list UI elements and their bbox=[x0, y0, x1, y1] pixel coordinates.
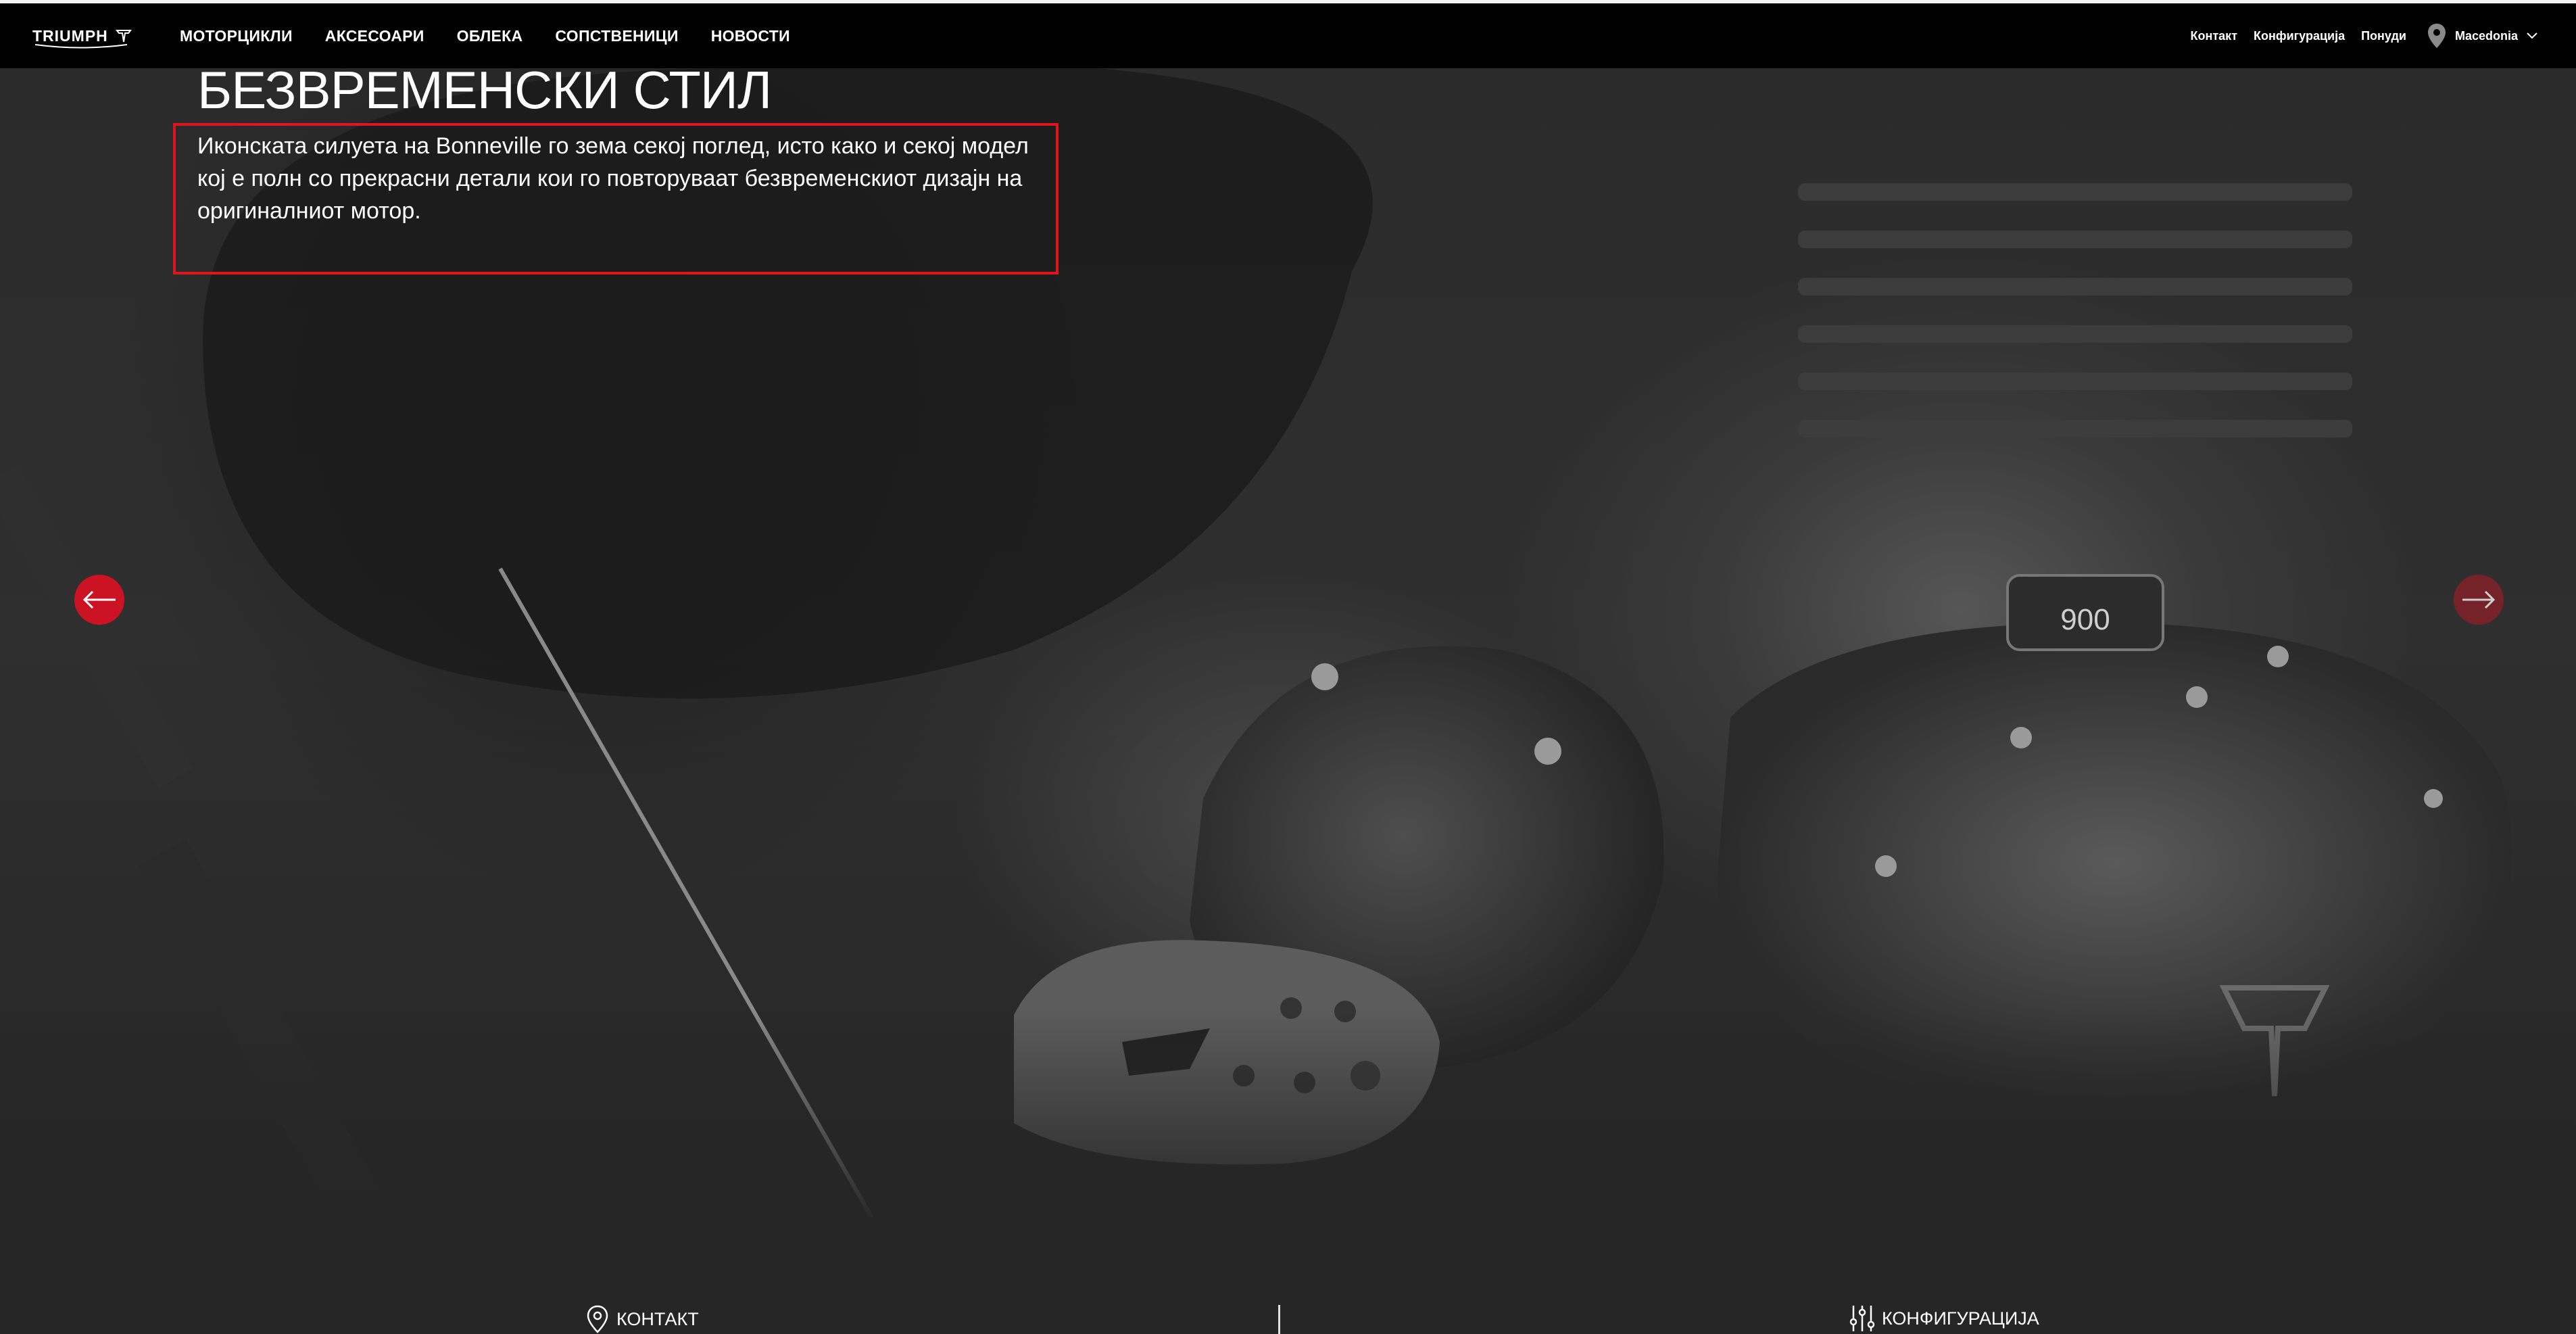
hero-description: Иконската силуета на Bonneville го зема … bbox=[197, 133, 1029, 224]
footer-configure-label: КОНФИГУРАЦИЈА bbox=[1882, 1308, 2039, 1329]
carousel-next-button[interactable] bbox=[2454, 575, 2504, 625]
util-offers-link[interactable]: Понуди bbox=[2361, 29, 2406, 43]
sliders-icon bbox=[1849, 1306, 1875, 1331]
region-selector[interactable]: Macedonia bbox=[2427, 22, 2538, 49]
footer-contact-label: КОНТАКТ bbox=[616, 1308, 699, 1329]
contact-bar bbox=[0, 1224, 2576, 1334]
nav-accessories[interactable]: АКСЕСОАРИ bbox=[325, 27, 424, 45]
util-configure-link[interactable]: Конфигурација bbox=[2254, 29, 2345, 43]
nav-owners[interactable]: СОПСТВЕНИЦИ bbox=[555, 27, 678, 45]
location-pin-icon bbox=[2427, 24, 2446, 48]
page: TRIUMPH МОТОРЦИКЛИ АКСЕСОАРИ ОБЛЕКА СОПС… bbox=[0, 0, 2576, 1334]
region-label: Macedonia bbox=[2454, 28, 2518, 43]
util-contact-link[interactable]: Контакт bbox=[2191, 29, 2238, 43]
nav-clothing[interactable]: ОБЛЕКА bbox=[457, 27, 523, 45]
hero-title: БЕЗВРЕМЕНСКИ СТИЛ bbox=[197, 60, 772, 120]
footer-contact-link[interactable]: КОНТАКТ bbox=[584, 1304, 699, 1334]
footer-divider bbox=[1278, 1305, 1280, 1334]
nav-news[interactable]: НОВОСТИ bbox=[711, 27, 790, 45]
nav-motorcycles[interactable]: МОТОРЦИКЛИ bbox=[180, 27, 293, 45]
triumph-logo[interactable]: TRIUMPH bbox=[32, 21, 132, 51]
utility-navigation: Контакт Конфигурација Понуди Macedonia bbox=[2174, 3, 2539, 68]
logo-swoosh-icon bbox=[34, 44, 128, 49]
arrow-left-icon bbox=[82, 590, 116, 609]
arrow-right-icon bbox=[2462, 590, 2496, 609]
site-header: TRIUMPH МОТОРЦИКЛИ АКСЕСОАРИ ОБЛЕКА СОПС… bbox=[0, 3, 2576, 68]
main-navigation: МОТОРЦИКЛИ АКСЕСОАРИ ОБЛЕКА СОПСТВЕНИЦИ … bbox=[180, 3, 823, 68]
chevron-down-icon bbox=[2527, 32, 2537, 39]
carousel-prev-button[interactable] bbox=[74, 575, 124, 625]
footer-configure-link[interactable]: КОНФИГУРАЦИЈА bbox=[1848, 1304, 2039, 1333]
hero-bottom-fade bbox=[0, 1008, 2576, 1224]
location-pin-icon bbox=[587, 1305, 608, 1333]
engine-badge-text: 900 bbox=[2060, 603, 2110, 636]
